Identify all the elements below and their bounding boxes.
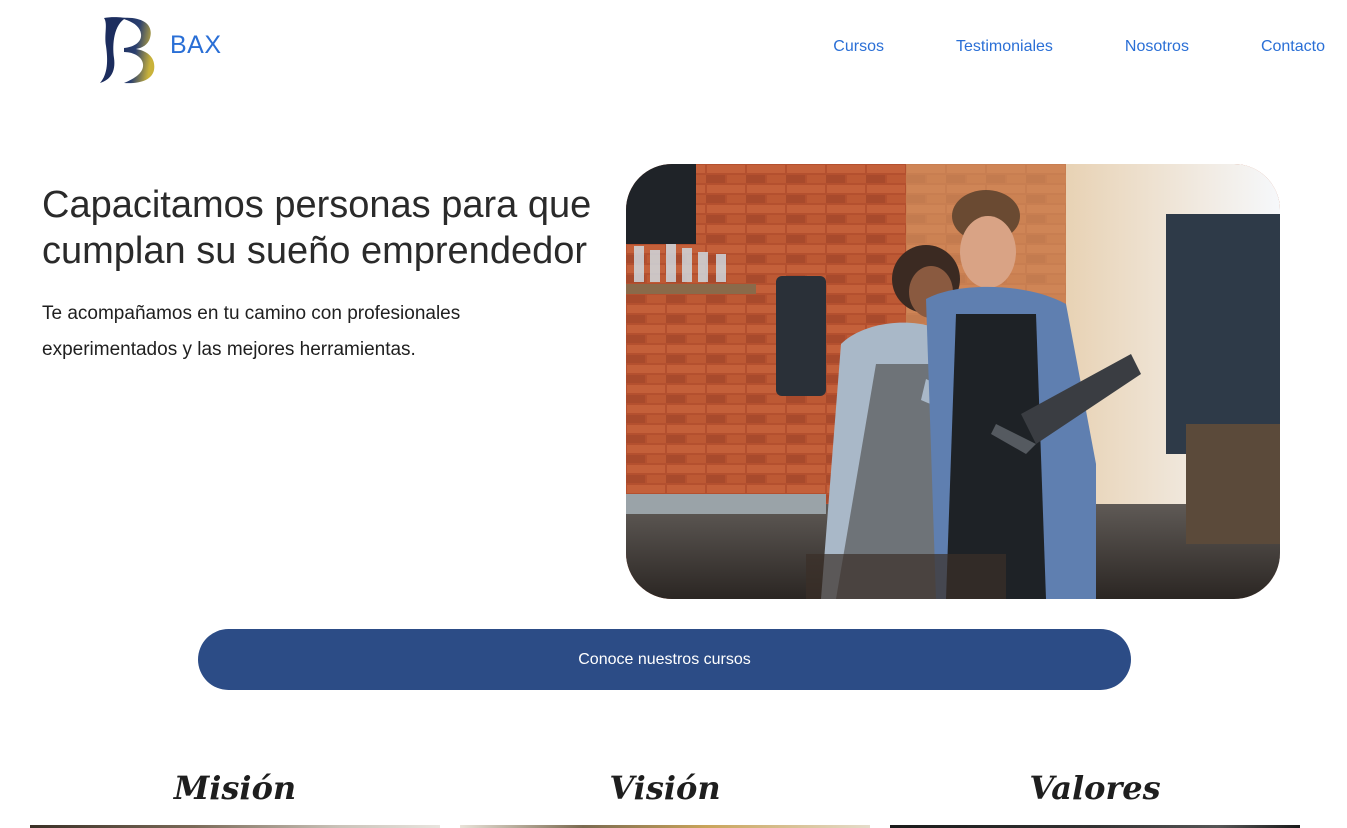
values-heading: Valores: [1029, 769, 1161, 807]
hero-subtitle: Te acompañamos en tu camino con profesio…: [42, 303, 461, 360]
bax-logo-icon[interactable]: [96, 14, 160, 86]
site-header: BAX Cursos Testimoniales Nosotros Contac…: [0, 0, 1347, 100]
hero-title: Capacitamos personas para que cumplan su…: [42, 184, 592, 272]
courses-cta-button[interactable]: Conoce nuestros cursos: [198, 629, 1131, 690]
nav-link-testimoniales[interactable]: Testimoniales: [956, 38, 1053, 56]
nav-link-cursos[interactable]: Cursos: [833, 38, 884, 56]
mission-heading: Misión: [173, 769, 297, 807]
nav-link-contacto[interactable]: Contacto: [1261, 38, 1325, 56]
values-section: Valores: [890, 760, 1300, 828]
brand-link[interactable]: BAX: [170, 31, 222, 60]
vision-section: Visión: [460, 760, 870, 828]
hero-image: [626, 164, 1280, 599]
vision-heading: Visión: [609, 769, 721, 807]
main-nav: Cursos Testimoniales Nosotros Contacto: [833, 38, 1325, 56]
nav-link-nosotros[interactable]: Nosotros: [1125, 38, 1189, 56]
about-sections: Misión Visión Valores: [0, 760, 1347, 828]
mission-section: Misión: [30, 760, 440, 828]
